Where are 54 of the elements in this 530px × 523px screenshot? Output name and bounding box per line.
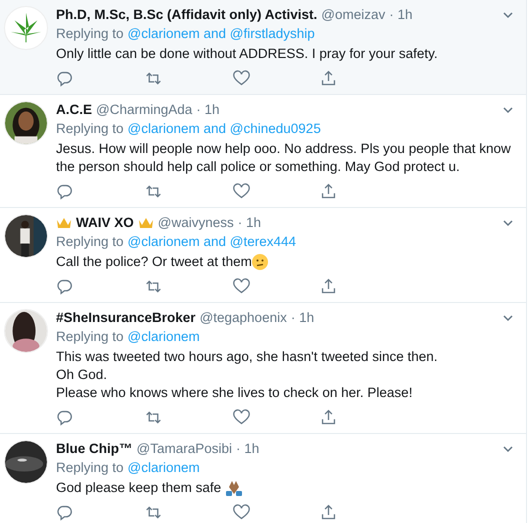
replying-label: Replying to: [56, 25, 124, 43]
share-icon[interactable]: [320, 182, 337, 200]
tweet-time[interactable]: · 1h: [236, 440, 260, 458]
reply-icon[interactable]: [56, 504, 73, 520]
tweet-time[interactable]: · 1h: [238, 214, 262, 232]
replying-label: Replying to: [56, 459, 124, 477]
reply-icon[interactable]: [56, 70, 73, 86]
user-handle[interactable]: @CharmingAda: [96, 101, 192, 119]
tweet-text: This was tweeted two hours ago, she hasn't tweeted since then.: [56, 348, 438, 366]
replying-label: Replying to: [56, 120, 124, 138]
tweet-text: Only little can be done without ADDRESS. I pray for your safety.: [56, 45, 438, 63]
tweet-time[interactable]: · 1h: [196, 101, 220, 119]
mention-link[interactable]: @clarionem: [128, 459, 200, 477]
confused-face-icon: [252, 254, 268, 270]
tweet-time[interactable]: · 1h: [290, 309, 314, 327]
heart-icon[interactable]: [233, 278, 250, 294]
tweet-text: Call the police? Or tweet at them: [56, 253, 252, 271]
display-name[interactable]: Ph.D, M.Sc, B.Sc (Affidavit only) Activist.: [56, 6, 318, 24]
mention-link[interactable]: @clarionem and @chinedu0925: [128, 120, 321, 138]
reply-icon[interactable]: [56, 408, 73, 426]
reply-icon[interactable]: [56, 182, 73, 200]
user-handle[interactable]: @tegaphoenix: [200, 309, 287, 327]
reply-icon[interactable]: [56, 278, 73, 294]
user-handle[interactable]: @TamaraPosibi: [136, 440, 232, 458]
display-name[interactable]: Blue Chip™: [56, 440, 132, 458]
mention-link[interactable]: @clarionem and @terex444: [128, 233, 296, 251]
tweet-time[interactable]: · 1h: [389, 6, 413, 24]
mention-link[interactable]: @clarionem and @firstladyship: [128, 25, 315, 43]
share-icon[interactable]: [320, 504, 337, 520]
retweet-icon[interactable]: [145, 182, 162, 200]
user-handle[interactable]: @waivyness: [158, 214, 234, 232]
retweet-icon[interactable]: [145, 70, 162, 86]
tweet-text: Please who knows where she lives to check on her. Please!: [56, 384, 412, 402]
heart-icon[interactable]: [233, 408, 250, 426]
replying-label: Replying to: [56, 328, 124, 346]
retweet-icon[interactable]: [145, 278, 162, 294]
heart-icon[interactable]: [233, 182, 250, 200]
share-icon[interactable]: [320, 70, 337, 86]
share-icon[interactable]: [320, 408, 337, 426]
replying-label: Replying to: [56, 233, 124, 251]
retweet-icon[interactable]: [145, 504, 162, 520]
heart-icon[interactable]: [233, 70, 250, 86]
display-name[interactable]: A.C.E: [56, 101, 92, 119]
retweet-icon[interactable]: [145, 408, 162, 426]
tweet-text: God please keep them safe: [56, 479, 222, 497]
heart-icon[interactable]: [233, 504, 250, 520]
display-name[interactable]: WAIV XO: [76, 214, 134, 232]
praying-hands-icon: [225, 480, 244, 496]
mention-link[interactable]: @clarionem: [128, 328, 200, 346]
user-handle[interactable]: @omeizav: [321, 6, 386, 24]
display-name[interactable]: #SheInsuranceBroker: [56, 309, 196, 327]
share-icon[interactable]: [320, 278, 337, 294]
tweet-text: Jesus. How will people now help ooo. No address. Pls you people that know the person should help call police or something. May God protect u.: [56, 140, 512, 176]
tweet-text: Oh God.: [56, 366, 108, 384]
